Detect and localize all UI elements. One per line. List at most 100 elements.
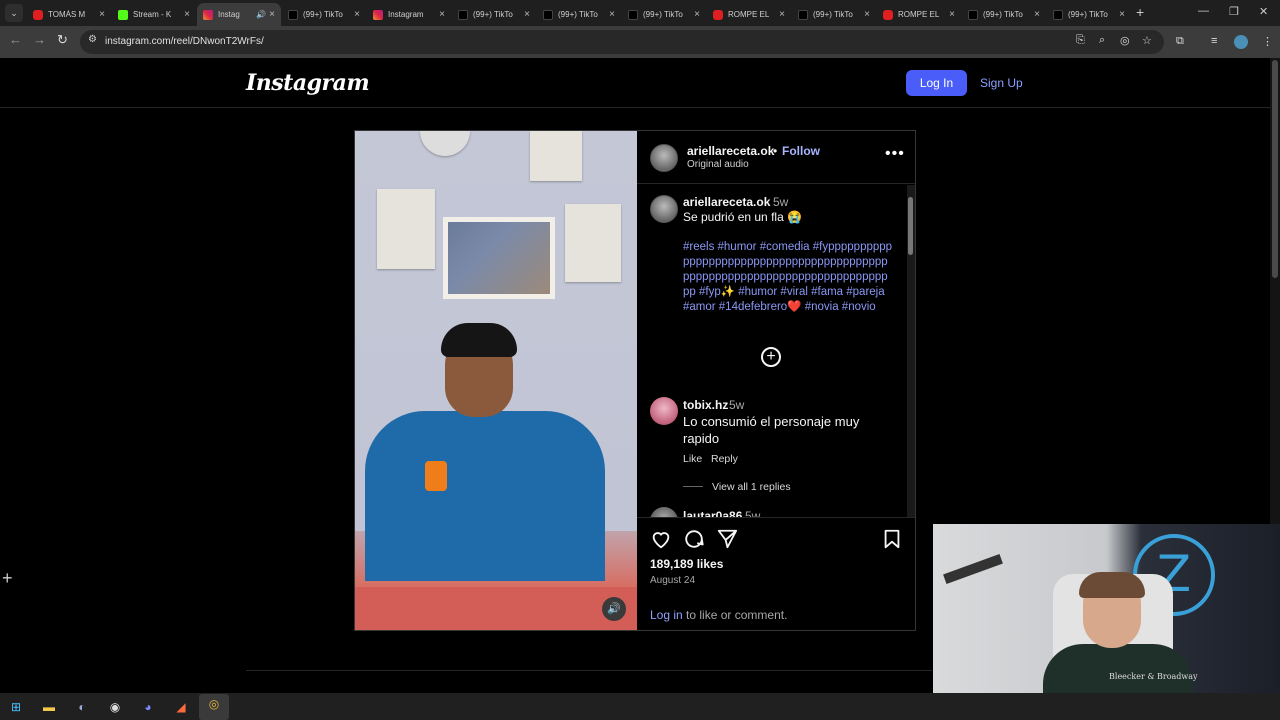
forward-button[interactable]: → (33, 32, 46, 47)
reload-button[interactable]: ↻ (57, 32, 68, 48)
url-text[interactable]: instagram.com/reel/DNwonT2WrFs/ (105, 36, 264, 47)
close-tab-icon[interactable]: × (184, 9, 190, 20)
view-replies-button[interactable]: View all 1 replies (712, 481, 791, 493)
steam-icon[interactable]: ◐ (72, 697, 92, 717)
tab-title: (99+) TikTo (1068, 10, 1108, 19)
tab-search-button[interactable]: ⌄ (5, 4, 23, 22)
file-explorer-icon[interactable]: ▬ (39, 697, 59, 717)
browser-tab-strip: ⌄ TOMÁS M × Stream - K × Instag 🔊 × (99+) TikTo… (0, 0, 1280, 26)
close-tab-icon[interactable]: × (1119, 9, 1125, 20)
tab-title: (99+) TikTo (983, 10, 1023, 19)
tab-0[interactable]: TOMÁS M × (27, 3, 111, 26)
comment-time: 5w (745, 509, 761, 517)
tab-8[interactable]: ROMPE EL × (707, 3, 791, 26)
tab-7[interactable]: (99+) TikTo × (622, 3, 706, 26)
menu-kebab-icon[interactable]: ⋮ (1262, 35, 1273, 48)
heart-icon[interactable] (650, 528, 672, 550)
close-tab-icon[interactable]: × (99, 9, 105, 20)
video-person (355, 321, 637, 591)
tab-10[interactable]: ROMPE EL × (877, 3, 961, 26)
tiktok-icon (798, 9, 808, 20)
tab-title: Instagram (388, 10, 424, 19)
log-in-button[interactable]: Log In (906, 70, 967, 96)
instagram-header: Instagram Log In Sign Up (0, 58, 1270, 108)
share-icon[interactable] (716, 528, 738, 550)
mute-button[interactable]: 🔊 (602, 597, 626, 621)
address-bar[interactable]: ⚙ instagram.com/reel/DNwonT2WrFs/ ⎘ ⌕ ◎ … (80, 30, 1164, 54)
author-username[interactable]: ariellareceta.ok (687, 144, 774, 158)
tab-title: (99+) TikTo (813, 10, 853, 19)
zoom-icon[interactable]: ⌕ (1099, 34, 1105, 47)
close-tab-icon[interactable]: × (609, 9, 615, 20)
tab-1[interactable]: Stream - K × (112, 3, 196, 26)
page-scrollbar-thumb[interactable] (1272, 60, 1278, 278)
caption-hashtags[interactable]: #reels #humor #comedia #fypppppppppppppp… (683, 240, 893, 315)
caption-avatar[interactable] (650, 195, 678, 223)
close-tab-icon[interactable]: × (949, 9, 955, 20)
tab-9[interactable]: (99+) TikTo × (792, 3, 876, 26)
app-icon[interactable]: ◢ (171, 697, 191, 717)
person-hair (441, 323, 517, 357)
more-options-icon[interactable]: ••• (885, 145, 905, 163)
reading-list-icon[interactable]: ≡ (1211, 35, 1217, 47)
obs-icon[interactable]: ◉ (105, 697, 125, 717)
chrome-icon[interactable]: ◎ (199, 694, 229, 720)
restore-button[interactable]: ❐ (1229, 5, 1239, 18)
original-audio-link[interactable]: Original audio (687, 159, 749, 170)
author-avatar[interactable] (650, 144, 678, 172)
close-tab-icon[interactable]: × (694, 9, 700, 20)
discord-icon[interactable]: ◕ (138, 697, 158, 717)
sign-up-link[interactable]: Sign Up (980, 76, 1023, 90)
site-settings-icon[interactable]: ⚙ (88, 34, 97, 45)
load-more-comments-icon[interactable]: + (761, 347, 781, 367)
comment-avatar[interactable] (650, 397, 678, 425)
close-tab-icon[interactable]: × (439, 9, 445, 20)
close-tab-icon[interactable]: × (524, 9, 530, 20)
post-actions: 189,189 likes August 24 Log in to like o… (637, 517, 915, 630)
minimize-button[interactable]: — (1198, 5, 1209, 17)
bookmark-icon[interactable] (881, 528, 903, 550)
tab-11[interactable]: (99+) TikTo × (962, 3, 1046, 26)
tab-3[interactable]: (99+) TikTo × (282, 3, 366, 26)
tab-4[interactable]: Instagram × (367, 3, 451, 26)
comments-scrollbar[interactable] (907, 185, 915, 517)
instagram-logo[interactable]: Instagram (246, 70, 370, 96)
tiktok-icon (543, 9, 553, 20)
browser-toolbar: ← → ↻ ⚙ instagram.com/reel/DNwonT2WrFs/ … (0, 26, 1280, 58)
back-button[interactable]: ← (9, 32, 22, 47)
tab-audio-icon[interactable]: 🔊 (256, 10, 266, 19)
extensions-icon[interactable]: ⧉ (1176, 35, 1184, 48)
comment-username[interactable]: tobix.hz (683, 398, 728, 412)
start-menu-icon[interactable]: ⊞ (6, 697, 26, 717)
tab-6[interactable]: (99+) TikTo × (537, 3, 621, 26)
new-tab-button[interactable]: + (1136, 4, 1144, 20)
tracking-protection-icon[interactable]: ◎ (1120, 34, 1130, 47)
likes-count[interactable]: 189,189 likes (650, 557, 723, 571)
comment-icon[interactable] (683, 528, 705, 550)
close-tab-icon[interactable]: × (864, 9, 870, 20)
follow-button[interactable]: Follow (782, 144, 820, 158)
wall-frame (377, 189, 435, 269)
log-in-link[interactable]: Log in (650, 608, 683, 622)
comments-list[interactable]: ariellareceta.ok 5w Se pudrió en un fla … (637, 185, 915, 517)
tab-5[interactable]: (99+) TikTo × (452, 3, 536, 26)
profile-avatar[interactable] (1234, 35, 1248, 49)
close-tab-icon[interactable]: × (779, 9, 785, 20)
comment-reply-button[interactable]: Reply (711, 453, 738, 465)
install-app-icon[interactable]: ⎘ (1076, 34, 1085, 47)
tab-2[interactable]: Instag 🔊 × (197, 3, 281, 26)
reel-video[interactable]: 🔊 (355, 131, 637, 630)
close-tab-icon[interactable]: × (354, 9, 360, 20)
tab-12[interactable]: (99+) TikTo × (1047, 3, 1131, 26)
comments-scrollbar-thumb[interactable] (908, 197, 913, 255)
comment-username[interactable]: lautar0a86 (683, 509, 742, 517)
caption-username[interactable]: ariellareceta.ok (683, 195, 770, 209)
close-tab-icon[interactable]: × (269, 9, 275, 20)
close-tab-icon[interactable]: × (1034, 9, 1040, 20)
close-window-button[interactable]: ✕ (1259, 5, 1268, 18)
comment-avatar[interactable] (650, 507, 678, 517)
person-body (365, 411, 605, 581)
bookmark-star-icon[interactable]: ☆ (1142, 34, 1152, 47)
footer-divider (246, 670, 932, 671)
comment-like-button[interactable]: Like (683, 453, 702, 465)
